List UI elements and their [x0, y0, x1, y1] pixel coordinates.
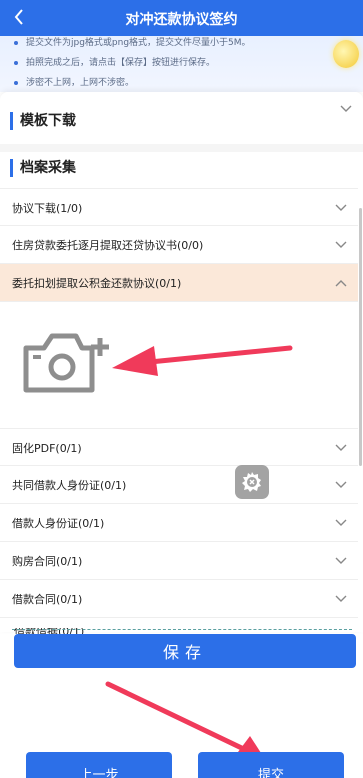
top-bar: 对冲还款协议签约 — [0, 0, 363, 36]
list-item-solidified-pdf[interactable]: 固化PDF(0/1) — [0, 428, 358, 466]
list-item-borrower-id[interactable]: 借款人身份证(0/1) — [0, 504, 358, 542]
gear-icon — [242, 472, 261, 492]
save-button[interactable]: 保存 — [14, 634, 356, 668]
chevron-down-icon — [334, 238, 348, 252]
tip-line-3: 涉密不上网，上网不涉密。 — [14, 75, 134, 88]
tips-panel: 提交文件为jpg格式或png格式，提交文件尽量小于5M。 拍照完成之后，请点击【… — [0, 36, 363, 92]
chevron-down-icon — [334, 516, 348, 530]
list-item-label: 借款合同(0/1) — [12, 593, 83, 606]
chevron-down-icon — [334, 478, 348, 492]
list-item-label: 住房贷款委托逐月提取还贷协议书(0/0) — [12, 239, 204, 252]
camera-upload-button[interactable] — [22, 330, 112, 396]
collapse-chevron-icon[interactable] — [339, 102, 353, 116]
section-template-download[interactable]: 模板下载 — [10, 112, 76, 130]
section-archive-collection: 档案采集 — [10, 159, 76, 177]
list-item-monthly-repayment[interactable]: 住房贷款委托逐月提取还贷协议书(0/0) — [0, 226, 358, 264]
list-item-label: 借款人身份证(0/1) — [12, 517, 105, 530]
list-item-label: 协议下载(1/0) — [12, 202, 83, 215]
floating-settings-button[interactable] — [235, 465, 269, 499]
submit-button[interactable]: 提交 — [198, 752, 344, 778]
annotation-arrow — [112, 345, 293, 376]
page-title: 对冲还款协议签约 — [125, 12, 238, 28]
prev-step-button[interactable]: 上一步 — [26, 752, 172, 778]
list-item-label: 购房合同(0/1) — [12, 555, 83, 568]
camera-add-icon — [23, 333, 109, 393]
scrollbar[interactable] — [359, 208, 362, 466]
section-divider — [0, 144, 363, 152]
chevron-down-icon — [334, 592, 348, 606]
list-item-agreement-download[interactable]: 协议下载(1/0) — [0, 188, 358, 226]
tip-line-2: 拍照完成之后，请点击【保存】按钮进行保存。 — [14, 55, 215, 68]
chevron-down-icon — [334, 554, 348, 568]
list-item-label: 固化PDF(0/1) — [12, 442, 82, 455]
list-item-label: 委托扣划提取公积金还款协议(0/1) — [12, 277, 182, 290]
list-item-loan-contract[interactable]: 借款合同(0/1) — [0, 580, 358, 618]
list-item-co-borrower-id[interactable]: 共同借款人身份证(0/1) — [0, 466, 358, 504]
chevron-down-icon — [334, 201, 348, 215]
list-item-purchase-contract[interactable]: 购房合同(0/1) — [0, 542, 358, 580]
chevron-down-icon — [334, 441, 348, 455]
chevron-up-icon — [334, 276, 348, 290]
list-item-entrust-deduct[interactable]: 委托扣划提取公积金还款协议(0/1) — [0, 264, 358, 302]
list-item-label: 共同借款人身份证(0/1) — [12, 479, 127, 492]
tip-line-1: 提交文件为jpg格式或png格式，提交文件尽量小于5M。 — [14, 36, 251, 48]
coin-decoration-icon — [333, 40, 359, 68]
dashed-divider — [12, 629, 352, 630]
